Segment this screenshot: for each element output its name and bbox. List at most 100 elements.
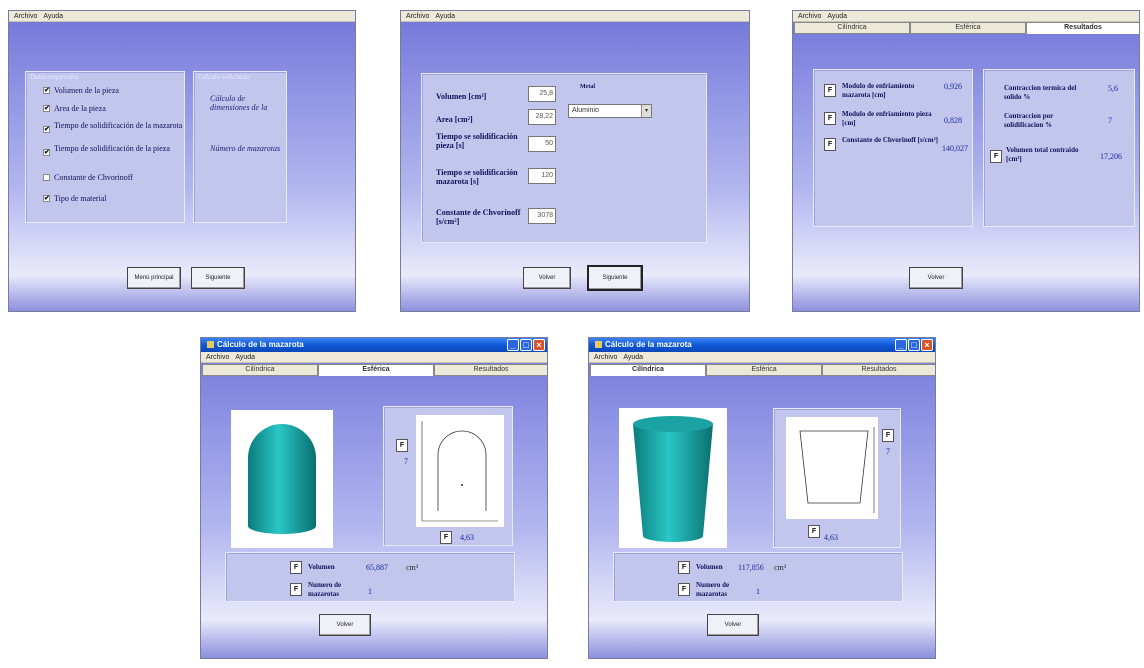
input-area[interactable]: 28,22 <box>528 109 556 125</box>
menu-archivo[interactable]: Archivo <box>798 13 821 20</box>
input-constante[interactable]: 3078 <box>528 208 556 224</box>
formula-button[interactable]: F <box>990 150 1002 163</box>
truncated-cone-image <box>633 416 713 542</box>
panel-title: Cálculo solicitado <box>198 73 250 81</box>
formula-button[interactable]: F <box>824 112 836 125</box>
formula-button[interactable]: F <box>290 561 302 574</box>
menu-ayuda[interactable]: Ayuda <box>435 13 455 20</box>
dimension-width: 4,63 <box>460 533 474 542</box>
formula-button[interactable]: F <box>824 138 836 151</box>
maximize-icon[interactable]: □ <box>908 339 920 351</box>
menu-ayuda[interactable]: Ayuda <box>827 13 847 20</box>
formula-button[interactable]: F <box>808 525 820 538</box>
close-icon[interactable]: × <box>921 339 933 351</box>
tab-resultados[interactable]: Resultados <box>434 364 547 376</box>
label-modulo-pieza: Modulo de enfriamiento pieza [cm] <box>842 110 932 127</box>
shape-sketch <box>786 417 878 519</box>
menu-bar: Archivo Ayuda <box>9 11 355 22</box>
menu-archivo[interactable]: Archivo <box>14 13 37 20</box>
app-icon <box>207 341 214 348</box>
menu-archivo[interactable]: Archivo <box>594 354 617 361</box>
menu-ayuda[interactable]: Ayuda <box>623 354 643 361</box>
label-volumen: Volumen <box>308 563 335 571</box>
siguiente-button[interactable]: Siguiente <box>587 265 643 291</box>
volver-button[interactable]: Volver <box>319 614 371 636</box>
maximize-icon[interactable]: □ <box>520 339 532 351</box>
formula-button[interactable]: F <box>824 84 836 97</box>
check-label: Constante de Chvorinoff <box>54 173 133 182</box>
volver-button[interactable]: Volver <box>707 614 759 636</box>
capsule-shape-image <box>248 424 316 534</box>
tab-bar: Cilíndrica Esférica Resultados <box>202 364 547 376</box>
panel-contraccion: Contraccion termica del solido % 5,6 Con… <box>983 69 1135 227</box>
tab-resultados[interactable]: Resultados <box>1026 22 1139 34</box>
dropdown-arrow-icon[interactable]: ▾ <box>641 105 651 117</box>
volver-button[interactable]: Volver <box>523 267 571 289</box>
label-volumen-total: Volumen total contraido [cm³] <box>1006 146 1079 163</box>
check-row[interactable]: ✔ Tiempo de solidificación de la mazarota <box>43 121 184 133</box>
value-volumen: 117,856 <box>738 563 764 572</box>
input-tiempo-mazarota[interactable]: 120 <box>528 168 556 184</box>
close-icon[interactable]: × <box>533 339 545 351</box>
tab-resultados[interactable]: Resultados <box>822 364 935 376</box>
tab-esferica[interactable]: Esférica <box>706 364 822 376</box>
value-numero: 1 <box>368 587 372 596</box>
value-modulo-pieza: 0,828 <box>944 116 962 125</box>
link-numero-mazarotas[interactable]: Número de mazarotas <box>210 144 290 153</box>
input-tiempo-pieza[interactable]: 50 <box>528 136 556 152</box>
panel-dimensiones: F 7 F 4,63 <box>773 408 901 548</box>
checkbox[interactable]: ✔ <box>43 195 50 202</box>
tab-esferica[interactable]: Esférica <box>910 22 1026 34</box>
tab-bar: Cilíndrica Esférica Resultados <box>794 22 1139 34</box>
tab-cilindrica[interactable]: Cilíndrica <box>794 22 910 34</box>
panel-calculo-solicitado: Cálculo solicitado Cálculo de dimensione… <box>193 71 287 223</box>
check-row[interactable]: ✔ Volumen de la pieza <box>43 86 184 95</box>
formula-button[interactable]: F <box>396 439 408 452</box>
check-row[interactable]: ✔ Tiempo de solidificación de la pieza <box>43 144 174 156</box>
input-volumen[interactable]: 25,8 <box>528 86 556 102</box>
label-contraccion-solidificacion: Contraccion por solidificacion % <box>1004 112 1054 129</box>
menu-archivo[interactable]: Archivo <box>206 354 229 361</box>
tab-cilindrica[interactable]: Cilíndrica <box>202 364 318 376</box>
checkbox[interactable]: ✔ <box>43 126 50 133</box>
window-title: Cálculo de la mazarota <box>217 340 304 349</box>
check-label: Tiempo de solidificación de la mazarota <box>54 121 183 130</box>
metal-select-value: Aluminio <box>572 107 599 114</box>
minimize-icon[interactable]: _ <box>895 339 907 351</box>
panel-volumen: F Volumen 65,887 cm³ F Numero de mazarot… <box>225 552 515 602</box>
check-row[interactable]: ✔ Area de la pieza <box>43 104 184 113</box>
formula-button[interactable]: F <box>678 561 690 574</box>
formula-button[interactable]: F <box>290 583 302 596</box>
check-row[interactable]: Constante de Chvorinoff <box>43 173 184 182</box>
formula-button[interactable]: F <box>678 583 690 596</box>
checkbox[interactable]: ✔ <box>43 87 50 94</box>
checkbox[interactable]: ✔ <box>43 149 50 156</box>
menu-archivo[interactable]: Archivo <box>406 13 429 20</box>
dimension-width: 4,63 <box>824 533 838 542</box>
window-cilindrica: Cálculo de la mazarota _ □ × Archivo Ayud… <box>588 337 936 659</box>
checkbox[interactable]: ✔ <box>43 105 50 112</box>
formula-button[interactable]: F <box>440 531 452 544</box>
metal-select[interactable]: Aluminio ▾ <box>568 104 652 118</box>
menu-ayuda[interactable]: Ayuda <box>235 354 255 361</box>
title-bar: Cálculo de la mazarota <box>201 338 547 352</box>
tab-cilindrica[interactable]: Cilíndrica <box>590 364 706 376</box>
formula-button[interactable]: F <box>882 429 894 442</box>
app-icon <box>595 341 602 348</box>
menu-principal-button[interactable]: Menú principal <box>127 267 181 289</box>
check-row[interactable]: ✔ Tipo de material <box>43 194 184 203</box>
link-calculo-dimensiones[interactable]: Cálculo de dimensiones de la <box>210 94 282 112</box>
unit-volumen: cm³ <box>774 563 787 572</box>
value-constante: 140,027 <box>942 144 968 153</box>
minimize-icon[interactable]: _ <box>507 339 519 351</box>
menu-ayuda[interactable]: Ayuda <box>43 13 63 20</box>
tab-esferica[interactable]: Esférica <box>318 364 434 376</box>
volver-button[interactable]: Volver <box>909 267 963 289</box>
panel-volumen: F Volumen 117,856 cm³ F Numero de mazaro… <box>613 552 903 602</box>
value-contraccion-termica: 5,6 <box>1108 84 1118 93</box>
checkbox[interactable] <box>43 174 50 181</box>
siguiente-button[interactable]: Siguiente <box>191 267 245 289</box>
sketch-svg <box>799 427 875 513</box>
label-numero: Numero de mazarotas <box>308 581 342 598</box>
panel-modulos: F Modulo de enfriamiento mazarota [cm] 0… <box>813 69 973 227</box>
